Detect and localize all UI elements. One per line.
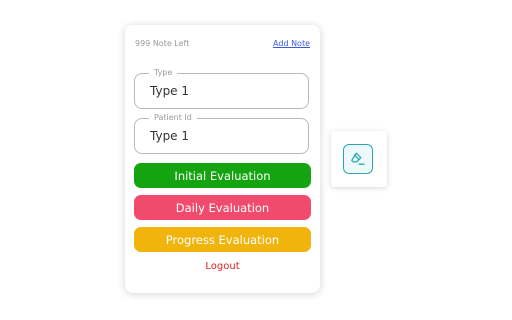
eraser-button[interactable] xyxy=(343,144,373,174)
eraser-icon xyxy=(351,152,365,165)
logout-button[interactable]: Logout xyxy=(125,261,320,272)
type-field[interactable]: Type Type 1 xyxy=(134,68,309,109)
floating-tool-card xyxy=(331,131,387,187)
patient-id-field[interactable]: Patient Id Type 1 xyxy=(134,113,309,154)
patient-id-field-value[interactable]: Type 1 xyxy=(150,129,189,143)
notes-left-count: 999 Note Left xyxy=(135,39,190,48)
type-field-value[interactable]: Type 1 xyxy=(150,84,189,98)
daily-evaluation-button[interactable]: Daily Evaluation xyxy=(134,195,311,220)
popup-header: 999 Note Left Add Note xyxy=(135,39,310,48)
patient-id-field-label: Patient Id xyxy=(149,113,197,123)
progress-evaluation-button[interactable]: Progress Evaluation xyxy=(134,227,311,252)
notes-popup: 999 Note Left Add Note Type Type 1 Patie… xyxy=(125,25,320,293)
type-field-label: Type xyxy=(149,68,178,78)
add-note-link[interactable]: Add Note xyxy=(273,39,310,48)
initial-evaluation-button[interactable]: Initial Evaluation xyxy=(134,163,311,188)
